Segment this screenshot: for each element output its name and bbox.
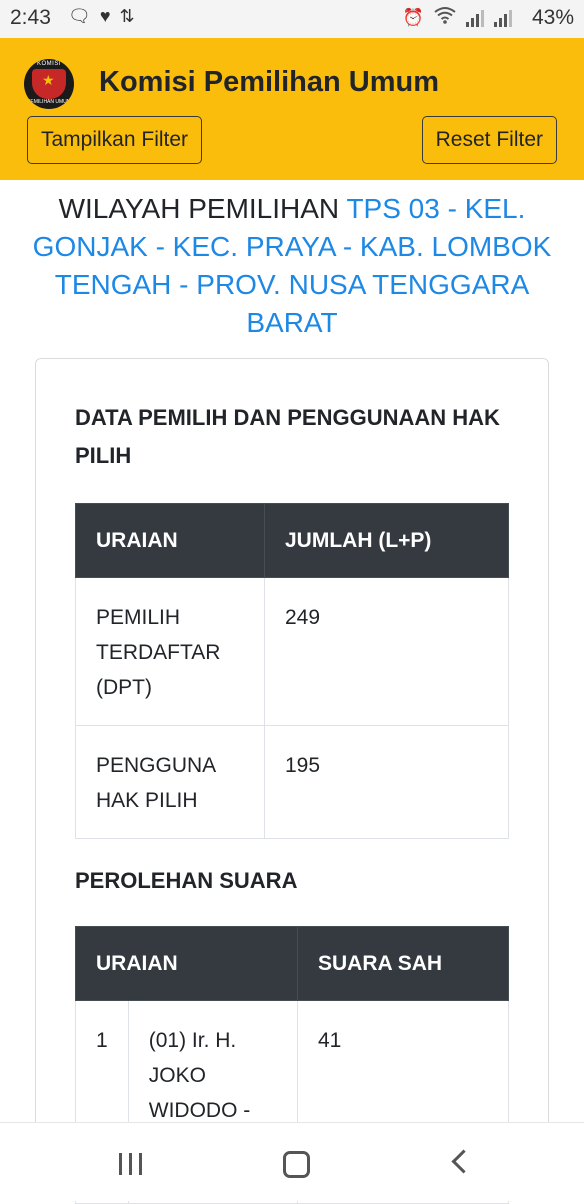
column-header: URAIAN — [75, 926, 298, 1001]
signal-icon — [494, 9, 512, 27]
region-label: WILAYAH PEMILIHAN — [58, 193, 340, 224]
row-label: PEMILIH TERDAFTAR (DPT) — [75, 577, 265, 726]
kpu-logo: KOMISI ★ PEMILIHAN UMUM — [24, 59, 74, 109]
battery-level: 43% — [531, 6, 574, 29]
wifi-icon — [434, 6, 456, 29]
status-bar: 2:43 🗨 ♥ ⇅ ⏰ 43% — [0, 0, 584, 38]
region-heading: WILAYAH PEMILIHAN TPS 03 - KEL. GONJAK -… — [30, 190, 554, 342]
row-value: 195 — [264, 725, 509, 839]
alarm-icon: ⏰ — [402, 7, 424, 27]
app-header: KOMISI ★ PEMILIHAN UMUM Komisi Pemilihan… — [0, 38, 584, 180]
reset-filter-button[interactable]: Reset Filter — [421, 116, 557, 164]
system-icons: ⏰ — [403, 6, 512, 29]
message-icon: 🗨 — [68, 6, 91, 26]
home-icon[interactable] — [283, 1151, 310, 1178]
column-header: URAIAN — [75, 503, 265, 578]
logo-bottom-text: PEMILIHAN UMUM — [27, 99, 71, 105]
column-header: SUARA SAH — [297, 926, 509, 1001]
logo-top-text: KOMISI — [36, 61, 61, 67]
column-header: JUMLAH (L+P) — [264, 503, 509, 578]
app-title: Komisi Pemilihan Umum — [99, 66, 440, 98]
table-header-row: URAIAN SUARA SAH — [75, 926, 509, 1001]
table-row: PENGGUNA HAK PILIH 195 — [75, 725, 509, 839]
row-value: 249 — [264, 577, 509, 726]
system-nav-bar — [0, 1122, 584, 1201]
table-row: PEMILIH TERDAFTAR (DPT) 249 — [75, 577, 509, 726]
back-icon[interactable] — [451, 1149, 476, 1174]
recents-icon[interactable] — [119, 1153, 142, 1175]
signal-icon — [466, 9, 484, 27]
show-filter-button[interactable]: Tampilkan Filter — [27, 116, 203, 164]
table-header-row: URAIAN JUMLAH (L+P) — [75, 503, 509, 578]
voter-table: URAIAN JUMLAH (L+P) PEMILIH TERDAFTAR (D… — [75, 503, 509, 839]
voter-section-title: DATA PEMILIH DAN PENGGUNAAN HAK PILIH — [75, 405, 500, 468]
heart-icon: ♥ — [99, 6, 111, 26]
status-time: 2:43 — [10, 6, 51, 29]
retweet-icon: ⇅ — [119, 6, 135, 26]
row-label: PENGGUNA HAK PILIH — [75, 725, 265, 839]
notification-icons: 🗨 ♥ ⇅ — [68, 6, 135, 27]
votes-section-title: PEROLEHAN SUARA — [75, 868, 298, 893]
